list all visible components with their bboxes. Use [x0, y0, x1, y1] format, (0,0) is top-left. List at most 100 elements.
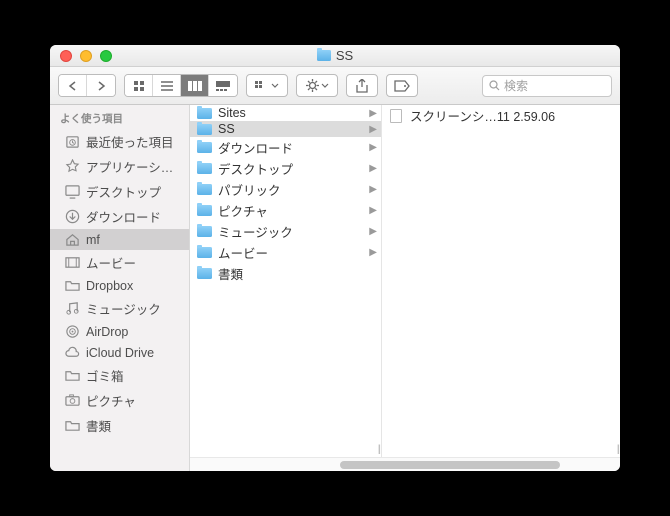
columns: Sites▶SS▶ダウンロード▶デスクトップ▶パブリック▶ピクチャ▶ミュージック…	[190, 105, 620, 471]
sidebar-item-label: 最近使った項目	[86, 132, 174, 151]
close-button[interactable]	[60, 50, 72, 62]
chevron-right-icon: ▶	[369, 184, 377, 195]
sidebar-item-1[interactable]: アプリケーシ…	[50, 154, 189, 179]
content-area: よく使う項目 最近使った項目アプリケーシ…デスクトップダウンロードmfムービーD…	[50, 105, 620, 471]
arrange-button[interactable]	[246, 74, 288, 97]
sidebar-item-2[interactable]: デスクトップ	[50, 179, 189, 204]
folder-icon	[64, 368, 80, 383]
chevron-right-icon: ▶	[369, 226, 377, 237]
folder-icon	[196, 163, 212, 174]
row-label: ダウンロード	[218, 138, 293, 157]
finder-window: SS 検索 よく使う項目 最近使った項目ア	[50, 45, 620, 471]
row-label: ムービー	[218, 243, 268, 262]
airdrop-icon	[64, 324, 80, 339]
search-field[interactable]: 検索	[482, 75, 612, 97]
sidebar-item-4[interactable]: mf	[50, 229, 189, 250]
window-title: SS	[50, 48, 620, 63]
search-placeholder: 検索	[504, 77, 528, 94]
sidebar-item-label: アプリケーシ…	[86, 157, 173, 176]
window-title-text: SS	[336, 48, 353, 63]
home-icon	[64, 232, 80, 247]
zoom-button[interactable]	[100, 50, 112, 62]
view-icon-button[interactable]	[125, 75, 153, 96]
chevron-right-icon: ▶	[369, 108, 377, 119]
sidebar-item-7[interactable]: ミュージック	[50, 296, 189, 321]
file-icon	[388, 109, 404, 123]
column1-row-4[interactable]: パブリック ▶	[190, 179, 381, 200]
camera-icon	[64, 393, 80, 408]
column1-row-3[interactable]: デスクトップ ▶	[190, 158, 381, 179]
desktop-icon	[64, 184, 80, 199]
sidebar-item-label: mf	[86, 233, 100, 247]
sidebar-item-11[interactable]: ピクチャ	[50, 388, 189, 413]
sidebar-item-12[interactable]: 書類	[50, 413, 189, 438]
row-label: スクリーンシ…11 2.59.06	[410, 106, 555, 125]
tags-button[interactable]	[386, 74, 418, 97]
row-label: デスクトップ	[218, 159, 293, 178]
column1-row-1[interactable]: SS ▶	[190, 121, 381, 137]
sidebar: よく使う項目 最近使った項目アプリケーシ…デスクトップダウンロードmfムービーD…	[50, 105, 190, 471]
sidebar-item-label: ピクチャ	[86, 391, 136, 410]
column1-row-8[interactable]: 書類	[190, 263, 381, 284]
view-gallery-button[interactable]	[209, 75, 237, 96]
row-label: SS	[218, 122, 235, 136]
movie-icon	[64, 255, 80, 270]
download-icon	[64, 209, 80, 224]
action-button[interactable]	[296, 74, 338, 97]
column1-row-6[interactable]: ミュージック ▶	[190, 221, 381, 242]
sidebar-item-label: ムービー	[86, 253, 136, 272]
sidebar-item-label: ダウンロード	[86, 207, 161, 226]
cloud-icon	[64, 345, 80, 360]
column1-row-7[interactable]: ムービー ▶	[190, 242, 381, 263]
view-list-button[interactable]	[153, 75, 181, 96]
column-resize-handle[interactable]: ||	[617, 444, 618, 455]
row-label: ミュージック	[218, 222, 293, 241]
sidebar-item-label: AirDrop	[86, 325, 128, 339]
back-button[interactable]	[59, 75, 87, 96]
sidebar-item-3[interactable]: ダウンロード	[50, 204, 189, 229]
sidebar-item-label: ゴミ箱	[86, 366, 124, 385]
sidebar-item-10[interactable]: ゴミ箱	[50, 363, 189, 388]
row-label: パブリック	[218, 180, 281, 199]
column1-row-5[interactable]: ピクチャ▶	[190, 200, 381, 221]
folder-icon	[64, 418, 80, 433]
forward-button[interactable]	[87, 75, 115, 96]
sidebar-item-8[interactable]: AirDrop	[50, 321, 189, 342]
chevron-right-icon: ▶	[369, 247, 377, 258]
folder-icon	[196, 184, 212, 195]
scrollbar-thumb[interactable]	[340, 461, 560, 469]
row-label: 書類	[218, 264, 243, 283]
view-buttons	[124, 74, 238, 97]
nav-buttons	[58, 74, 116, 97]
window-controls	[50, 50, 112, 62]
sidebar-item-9[interactable]: iCloud Drive	[50, 342, 189, 363]
sidebar-item-label: ミュージック	[86, 299, 161, 318]
share-button[interactable]	[346, 74, 378, 97]
sidebar-item-label: デスクトップ	[86, 182, 161, 201]
folder-icon	[196, 124, 212, 135]
column-resize-handle[interactable]: ||	[378, 444, 379, 455]
column1-row-2[interactable]: ダウンロード ▶	[190, 137, 381, 158]
minimize-button[interactable]	[80, 50, 92, 62]
row-label: ピクチャ	[218, 201, 268, 220]
chevron-right-icon: ▶	[369, 124, 377, 135]
chevron-right-icon: ▶	[369, 142, 377, 153]
search-icon	[489, 80, 500, 91]
sidebar-item-6[interactable]: Dropbox	[50, 275, 189, 296]
sidebar-item-0[interactable]: 最近使った項目	[50, 129, 189, 154]
titlebar: SS	[50, 45, 620, 67]
column-1: Sites▶SS▶ダウンロード▶デスクトップ▶パブリック▶ピクチャ▶ミュージック…	[190, 105, 382, 457]
view-column-button[interactable]	[181, 75, 209, 96]
folder-icon	[196, 205, 212, 216]
column1-row-0[interactable]: Sites▶	[190, 105, 381, 121]
sidebar-item-label: Dropbox	[86, 279, 133, 293]
chevron-right-icon: ▶	[369, 163, 377, 174]
music-icon	[64, 301, 80, 316]
sidebar-item-label: iCloud Drive	[86, 346, 154, 360]
column2-row-0[interactable]: スクリーンシ…11 2.59.06	[382, 105, 620, 126]
folder-icon	[196, 268, 212, 279]
sidebar-item-5[interactable]: ムービー	[50, 250, 189, 275]
folder-icon	[64, 278, 80, 293]
folder-icon	[196, 142, 212, 153]
horizontal-scrollbar[interactable]	[190, 457, 620, 471]
